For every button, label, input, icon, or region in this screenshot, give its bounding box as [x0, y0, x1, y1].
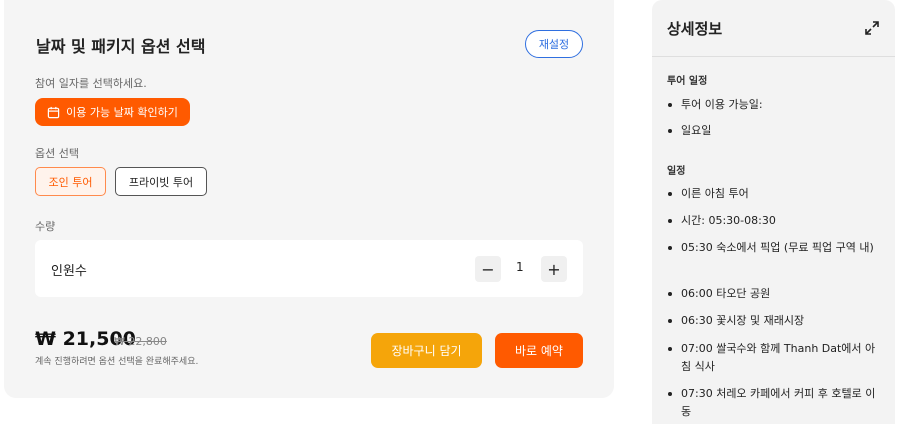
check-dates-button[interactable]: 이용 가능 날짜 확인하기: [35, 98, 190, 126]
details-title: 상세정보: [667, 20, 723, 38]
completion-hint: 계속 진행하려면 옵션 선택을 완료해주세요.: [35, 357, 199, 367]
list-item: 07:00 쌀국수와 함께 Thanh Dat에서 아침 식사: [667, 340, 882, 376]
date-prompt: 참여 일자를 선택하세요.: [35, 77, 147, 90]
list-item: 05:30 숙소에서 픽업 (무료 픽업 구역 내): [667, 239, 882, 257]
list-item: 시간: 05:30-08:30: [667, 212, 882, 230]
decrease-button[interactable]: −: [475, 256, 501, 282]
list-item: 07:30 처레오 카페에서 커피 후 호텔로 이동: [667, 385, 882, 421]
details-header: 상세정보: [652, 0, 895, 56]
add-to-cart-button[interactable]: 장바구니 담기: [371, 333, 482, 368]
quantity-item-label: 인원수: [51, 264, 87, 279]
list-item: 06:30 꽃시장 및 재래시장: [667, 312, 882, 330]
old-price: ₩ 22,800: [114, 335, 167, 348]
quantity-value: 1: [516, 260, 524, 274]
option-label: 옵션 선택: [35, 147, 79, 160]
reset-button[interactable]: 재설정: [525, 30, 583, 58]
increase-button[interactable]: +: [541, 256, 567, 282]
quantity-label: 수량: [35, 220, 56, 233]
itinerary-heading: 일정: [667, 166, 686, 177]
list-item: 06:00 타오단 공원: [667, 285, 882, 303]
calendar-icon: [47, 106, 60, 118]
list-item: 이른 아침 투어: [667, 185, 882, 203]
quantity-row: 인원수 − 1 +: [35, 240, 583, 297]
list-item: 투어 이용 가능일:: [667, 96, 882, 114]
options-card: 날짜 및 패키지 옵션 선택 재설정 참여 일자를 선택하세요. 이용 가능 날…: [4, 0, 614, 398]
details-panel: 상세정보 투어 일정 투어 이용 가능일: 일요일 일정 이른 아침 투어 시간…: [652, 0, 895, 424]
option-join-tour[interactable]: 조인 투어: [35, 167, 106, 196]
options-title: 날짜 및 패키지 옵션 선택: [36, 37, 206, 56]
details-divider: [652, 56, 895, 57]
list-item: 일요일: [667, 122, 882, 140]
tour-schedule-heading: 투어 일정: [667, 76, 708, 87]
check-dates-label: 이용 가능 날짜 확인하기: [66, 106, 178, 119]
expand-icon[interactable]: [864, 20, 880, 36]
book-now-button[interactable]: 바로 예약: [495, 333, 583, 368]
option-private-tour[interactable]: 프라이빗 투어: [115, 167, 207, 196]
